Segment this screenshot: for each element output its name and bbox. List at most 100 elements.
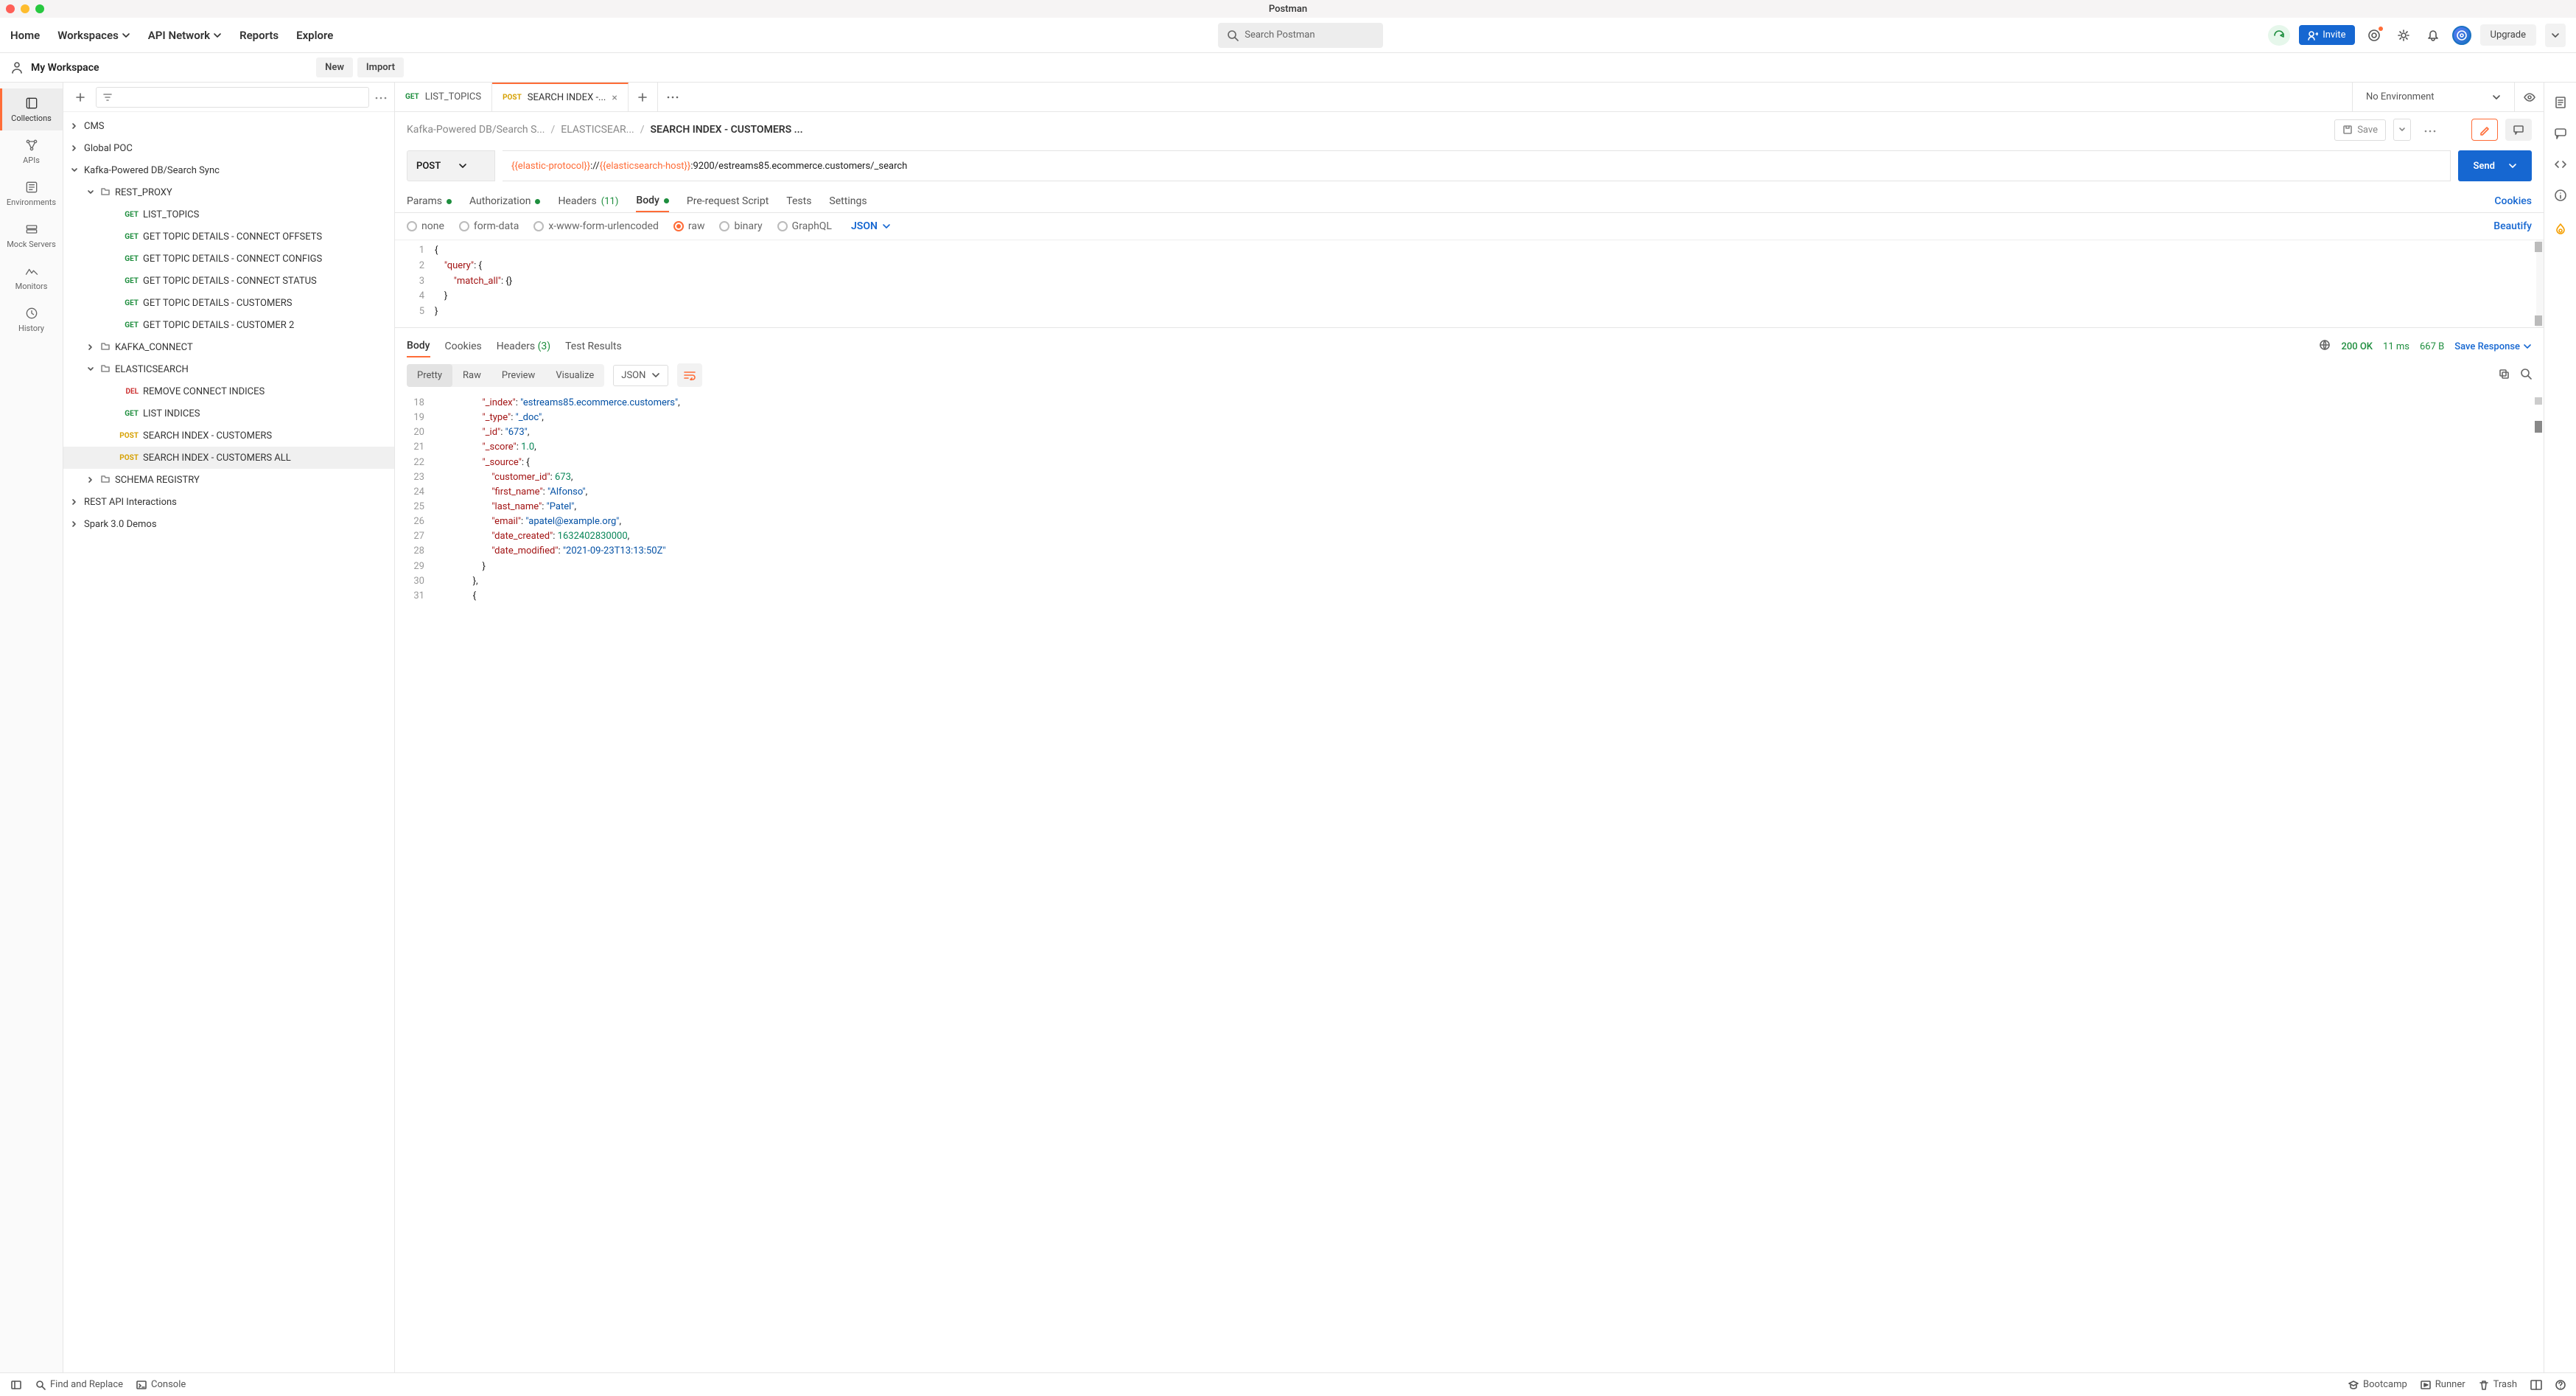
tree-request-row[interactable]: GETGET TOPIC DETAILS - CUSTOMER 2 [63, 314, 394, 336]
edit-mode-icon[interactable] [2471, 119, 2498, 141]
expand-arrow-icon[interactable] [85, 476, 96, 484]
nav-explore[interactable]: Explore [296, 29, 333, 42]
code-body[interactable]: { "query": { "match_all": {} } } [430, 240, 2536, 327]
url-input[interactable]: {{elastic-protocol}}://{{elasticsearch-h… [503, 150, 2451, 181]
tree-folder-row[interactable]: ELASTICSEARCH [63, 358, 394, 380]
related-collections-icon[interactable] [2551, 220, 2570, 239]
nav-home[interactable]: Home [10, 29, 40, 42]
save-dropdown[interactable] [2393, 119, 2411, 141]
tree-request-row[interactable]: GETGET TOPIC DETAILS - CONNECT CONFIGS [63, 248, 394, 270]
tab-overflow-button[interactable] [658, 83, 687, 111]
rail-history[interactable]: History [0, 299, 63, 341]
new-button[interactable]: New [316, 57, 353, 77]
notifications-icon[interactable] [2423, 25, 2443, 46]
two-pane-toggle-icon[interactable] [2530, 1380, 2542, 1390]
body-format-selector[interactable]: JSON [851, 220, 891, 232]
nav-workspaces[interactable]: Workspaces [57, 29, 130, 42]
tab-params[interactable]: Params [407, 191, 452, 212]
resp-tab-headers[interactable]: Headers (3) [497, 336, 550, 357]
tree-request-row[interactable]: DELREMOVE CONNECT INDICES [63, 380, 394, 402]
trash-button[interactable]: Trash [2479, 1379, 2517, 1390]
tree-folder-row[interactable]: SCHEMA REGISTRY [63, 469, 394, 491]
sidebar-more-icon[interactable] [375, 91, 387, 102]
tree-folder-row[interactable]: CMS [63, 115, 394, 137]
expand-arrow-icon[interactable] [69, 122, 80, 130]
rail-monitors[interactable]: Monitors [0, 256, 63, 299]
tab-authorization[interactable]: Authorization [469, 191, 540, 212]
tree-request-row[interactable]: GETGET TOPIC DETAILS - CUSTOMERS [63, 292, 394, 314]
rail-mock-servers[interactable]: Mock Servers [0, 214, 63, 256]
settings-icon[interactable] [2393, 25, 2414, 46]
save-button[interactable]: Save [2334, 119, 2386, 141]
tree-folder-row[interactable]: REST API Interactions [63, 491, 394, 513]
close-window-icon[interactable] [6, 4, 15, 13]
rail-apis[interactable]: APIs [0, 130, 63, 172]
runner-button[interactable]: Runner [2421, 1379, 2465, 1390]
network-info-icon[interactable] [2319, 339, 2331, 354]
expand-arrow-icon[interactable] [85, 366, 96, 373]
resp-tab-test-results[interactable]: Test Results [565, 336, 622, 357]
fmt-raw[interactable]: Raw [452, 364, 491, 387]
request-more-icon[interactable] [2418, 125, 2442, 136]
body-type-graphql[interactable]: GraphQL [777, 220, 832, 232]
fmt-pretty[interactable]: Pretty [407, 364, 452, 387]
documentation-icon[interactable] [2551, 93, 2570, 112]
minimize-window-icon[interactable] [21, 4, 29, 13]
send-button[interactable]: Send [2458, 150, 2532, 181]
line-wrap-toggle[interactable] [677, 363, 702, 387]
scroll-thumb[interactable] [2535, 242, 2542, 252]
create-collection-button[interactable] [71, 88, 90, 107]
expand-arrow-icon[interactable] [85, 343, 96, 351]
rail-collections[interactable]: Collections [0, 88, 63, 130]
environment-selector[interactable]: No Environment [2352, 83, 2514, 111]
tree-folder-row[interactable]: KAFKA_CONNECT [63, 336, 394, 358]
expand-arrow-icon[interactable] [69, 167, 80, 174]
code-snippet-icon[interactable] [2551, 155, 2570, 174]
fmt-visualize[interactable]: Visualize [545, 364, 604, 387]
tab-headers[interactable]: Headers (11) [558, 191, 618, 212]
response-language-selector[interactable]: JSON [613, 365, 668, 386]
tab-settings[interactable]: Settings [829, 191, 867, 212]
expand-arrow-icon[interactable] [69, 144, 80, 152]
cookies-link[interactable]: Cookies [2494, 195, 2532, 207]
fmt-preview[interactable]: Preview [491, 364, 545, 387]
workspace-name[interactable]: My Workspace [31, 62, 99, 74]
console-button[interactable]: Console [136, 1379, 186, 1390]
body-type-form-data[interactable]: form-data [459, 220, 519, 232]
comments-icon[interactable] [2551, 124, 2570, 143]
minimap-scroll[interactable] [2536, 240, 2544, 327]
info-icon[interactable] [2551, 186, 2570, 205]
search-input[interactable]: Search Postman [1218, 23, 1383, 48]
tab-tests[interactable]: Tests [786, 191, 811, 212]
code-body[interactable]: "_index": "estreams85.ecommerce.customer… [430, 394, 2533, 1372]
tree-folder-row[interactable]: Kafka-Powered DB/Search Sync [63, 159, 394, 181]
invite-button[interactable]: Invite [2299, 25, 2354, 45]
import-button[interactable]: Import [357, 57, 404, 77]
user-avatar[interactable] [2452, 26, 2471, 45]
sync-status-icon[interactable] [2268, 25, 2290, 46]
crumb-1[interactable]: ELASTICSEAR... [561, 124, 634, 136]
tree-folder-row[interactable]: REST_PROXY [63, 181, 394, 203]
nav-reports[interactable]: Reports [239, 29, 279, 42]
body-type-binary[interactable]: binary [719, 220, 762, 232]
window-controls[interactable] [6, 4, 44, 13]
body-type-raw[interactable]: raw [673, 220, 705, 232]
request-tab[interactable]: GETLIST_TOPICS [395, 83, 492, 111]
response-viewer[interactable]: 1819202122232425262728293031 "_index": "… [395, 394, 2544, 1372]
tree-request-row[interactable]: GETGET TOPIC DETAILS - CONNECT OFFSETS [63, 226, 394, 248]
resp-tab-cookies[interactable]: Cookies [445, 336, 482, 357]
close-tab-icon[interactable]: × [612, 92, 617, 104]
request-body-editor[interactable]: 12345 { "query": { "match_all": {} } } [395, 240, 2544, 328]
expand-arrow-icon[interactable] [85, 189, 96, 196]
beautify-button[interactable]: Beautify [2493, 220, 2532, 232]
body-type-urlencoded[interactable]: x-www-form-urlencoded [533, 220, 659, 232]
upgrade-dropdown[interactable] [2545, 24, 2566, 47]
expand-arrow-icon[interactable] [69, 520, 80, 528]
tab-pre-request-script[interactable]: Pre-request Script [687, 191, 769, 212]
bootcamp-button[interactable]: Bootcamp [2348, 1379, 2407, 1390]
crumb-0[interactable]: Kafka-Powered DB/Search S... [407, 124, 545, 136]
tab-body[interactable]: Body [636, 190, 669, 212]
capture-requests-icon[interactable] [2364, 25, 2384, 46]
body-type-none[interactable]: none [407, 220, 444, 232]
scroll-thumb[interactable] [2535, 421, 2542, 433]
